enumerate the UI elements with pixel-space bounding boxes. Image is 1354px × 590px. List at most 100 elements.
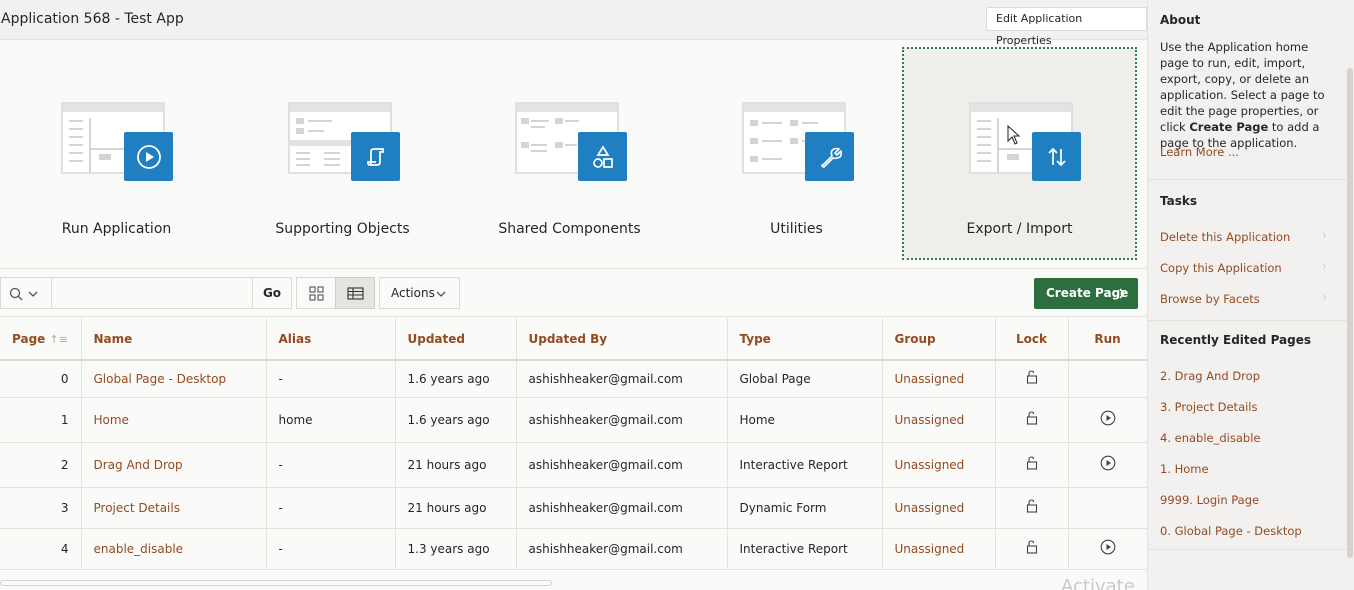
page-type-cell: Dynamic Form [727, 487, 883, 529]
page-type-cell: Interactive Report [727, 528, 883, 570]
search-input[interactable] [51, 277, 253, 309]
run-cell [1068, 528, 1147, 570]
go-button[interactable]: Go [252, 277, 292, 309]
updated-by-cell: ashishheaker@gmail.com [516, 360, 728, 398]
page-alias-cell: - [266, 360, 396, 398]
page-group-link[interactable]: Unassigned [882, 528, 996, 570]
tile-label: Utilities [770, 221, 823, 237]
recent-page-link[interactable]: 0. Global Page - Desktop [1160, 524, 1302, 538]
updated-cell: 21 hours ago [395, 487, 517, 529]
run-page-icon[interactable] [1100, 455, 1116, 474]
chevron-down-icon [28, 291, 38, 297]
recent-page-link[interactable]: 1. Home [1160, 462, 1209, 476]
tile-shared-components[interactable]: Shared Components [453, 48, 686, 259]
column-header-run[interactable]: Run [1068, 318, 1147, 361]
column-header-type[interactable]: Type [727, 318, 883, 361]
task-copy-application[interactable]: Copy this Application [1160, 261, 1282, 275]
lock-icon[interactable] [1025, 456, 1039, 473]
page-number-cell: 4 [0, 528, 82, 570]
table-row: 3 Project Details -21 hours ago ashishheake… [0, 487, 1147, 529]
run-page-icon[interactable] [1100, 539, 1116, 558]
table-header-row: Page ↑≡ Name Alias Updated Updated By Ty… [0, 318, 1147, 361]
chevron-down-icon [436, 291, 446, 297]
recent-page-link[interactable]: 2. Drag And Drop [1160, 369, 1260, 383]
create-page-button[interactable]: Create Page [1034, 278, 1138, 309]
tile-run-application[interactable]: Run Application [0, 48, 233, 259]
activate-windows-watermark: Activate Windows [1061, 576, 1135, 590]
chevron-right-icon [1119, 288, 1126, 299]
column-header-lock[interactable]: Lock [995, 318, 1069, 361]
lock-icon[interactable] [1025, 540, 1039, 557]
edit-application-properties-button[interactable]: Edit Application Properties [986, 7, 1147, 47]
updated-cell: 21 hours ago [395, 442, 517, 488]
scroll-icon [351, 132, 400, 181]
lock-icon[interactable] [1025, 411, 1039, 428]
tasks-section: Tasks Delete this Application › Copy thi… [1148, 180, 1348, 321]
run-cell [1068, 487, 1147, 529]
page-name-link[interactable]: Project Details [81, 487, 267, 529]
report-toolbar: Go Actions Create Page [0, 269, 1147, 317]
recent-page-link[interactable]: 3. Project Details [1160, 400, 1258, 414]
task-delete-application[interactable]: Delete this Application [1160, 230, 1290, 244]
about-heading: About [1160, 13, 1201, 27]
page-group-link[interactable]: Unassigned [882, 442, 996, 488]
tile-label: Run Application [61, 221, 172, 237]
page-number-cell: 3 [0, 487, 82, 529]
recent-page-link[interactable]: 9999. Login Page [1160, 493, 1259, 507]
horizontal-scrollbar[interactable] [0, 580, 552, 586]
sidebar-scrollbar[interactable] [1347, 68, 1353, 558]
column-header-updated-by[interactable]: Updated By [516, 318, 728, 361]
page-number-cell: 0 [0, 360, 82, 398]
export-import-illustration [969, 102, 1091, 184]
column-header-group[interactable]: Group [882, 318, 996, 361]
page-alias-cell: home [266, 397, 396, 443]
task-browse-by-facets[interactable]: Browse by Facets [1160, 292, 1260, 306]
actions-menu-button[interactable]: Actions [379, 277, 460, 309]
run-cell [1068, 360, 1147, 398]
page-name-link[interactable]: enable_disable [81, 528, 267, 570]
tile-export-import[interactable]: Export / Import [902, 47, 1137, 260]
table-row: 0 Global Page - Desktop -1.6 years ago ashi… [0, 360, 1147, 398]
pages-report: Page ↑≡ Name Alias Updated Updated By Ty… [0, 318, 1147, 570]
recent-page-link[interactable]: 4. enable_disable [1160, 431, 1260, 445]
updated-by-cell: ashishheaker@gmail.com [516, 487, 728, 529]
tile-label: Supporting Objects [275, 221, 410, 237]
page-title: Application 568 - Test App [1, 11, 184, 27]
create-page-label: Create Page [1046, 286, 1129, 300]
column-header-page[interactable]: Page ↑≡ [0, 318, 82, 361]
grid-view-icon [309, 286, 324, 301]
view-report-button[interactable] [335, 277, 375, 309]
run-cell [1068, 442, 1147, 488]
page-group-link[interactable]: Unassigned [882, 487, 996, 529]
lock-icon[interactable] [1025, 499, 1039, 516]
lock-cell [995, 487, 1069, 529]
table-row: 4 enable_disable -1.3 years ago ashishheake… [0, 528, 1147, 570]
column-header-updated[interactable]: Updated [395, 318, 517, 361]
arrows-updown-icon [1032, 132, 1081, 181]
right-sidebar: About Use the Application home page to r… [1147, 0, 1354, 590]
table-row: 2 Drag And Drop -21 hours ago ashishheaker@… [0, 442, 1147, 488]
run-application-illustration [61, 102, 183, 184]
updated-cell: 1.3 years ago [395, 528, 517, 570]
page-name-link[interactable]: Drag And Drop [81, 442, 267, 488]
column-header-name[interactable]: Name [81, 318, 267, 361]
view-icons-button[interactable] [296, 277, 336, 309]
search-column-dropdown[interactable] [0, 277, 52, 309]
tile-supporting-objects[interactable]: Supporting Objects [226, 48, 459, 259]
lock-icon[interactable] [1025, 370, 1039, 387]
page-group-link[interactable]: Unassigned [882, 397, 996, 443]
title-bar: Application 568 - Test App Edit Applicat… [0, 0, 1147, 47]
page-group-link[interactable]: Unassigned [882, 360, 996, 398]
tile-utilities[interactable]: Utilities [680, 48, 913, 259]
page-type-cell: Global Page [727, 360, 883, 398]
page-number-cell: 1 [0, 397, 82, 443]
wrench-icon [805, 132, 854, 181]
page-name-link[interactable]: Home [81, 397, 267, 443]
supporting-objects-illustration [288, 102, 410, 184]
column-header-alias[interactable]: Alias [266, 318, 396, 361]
run-page-icon[interactable] [1100, 410, 1116, 429]
page-name-link[interactable]: Global Page - Desktop [81, 360, 267, 398]
chevron-right-icon: › [1322, 259, 1327, 273]
tile-label: Export / Import [966, 221, 1073, 237]
learn-more-link[interactable]: Learn More ... [1160, 145, 1239, 159]
